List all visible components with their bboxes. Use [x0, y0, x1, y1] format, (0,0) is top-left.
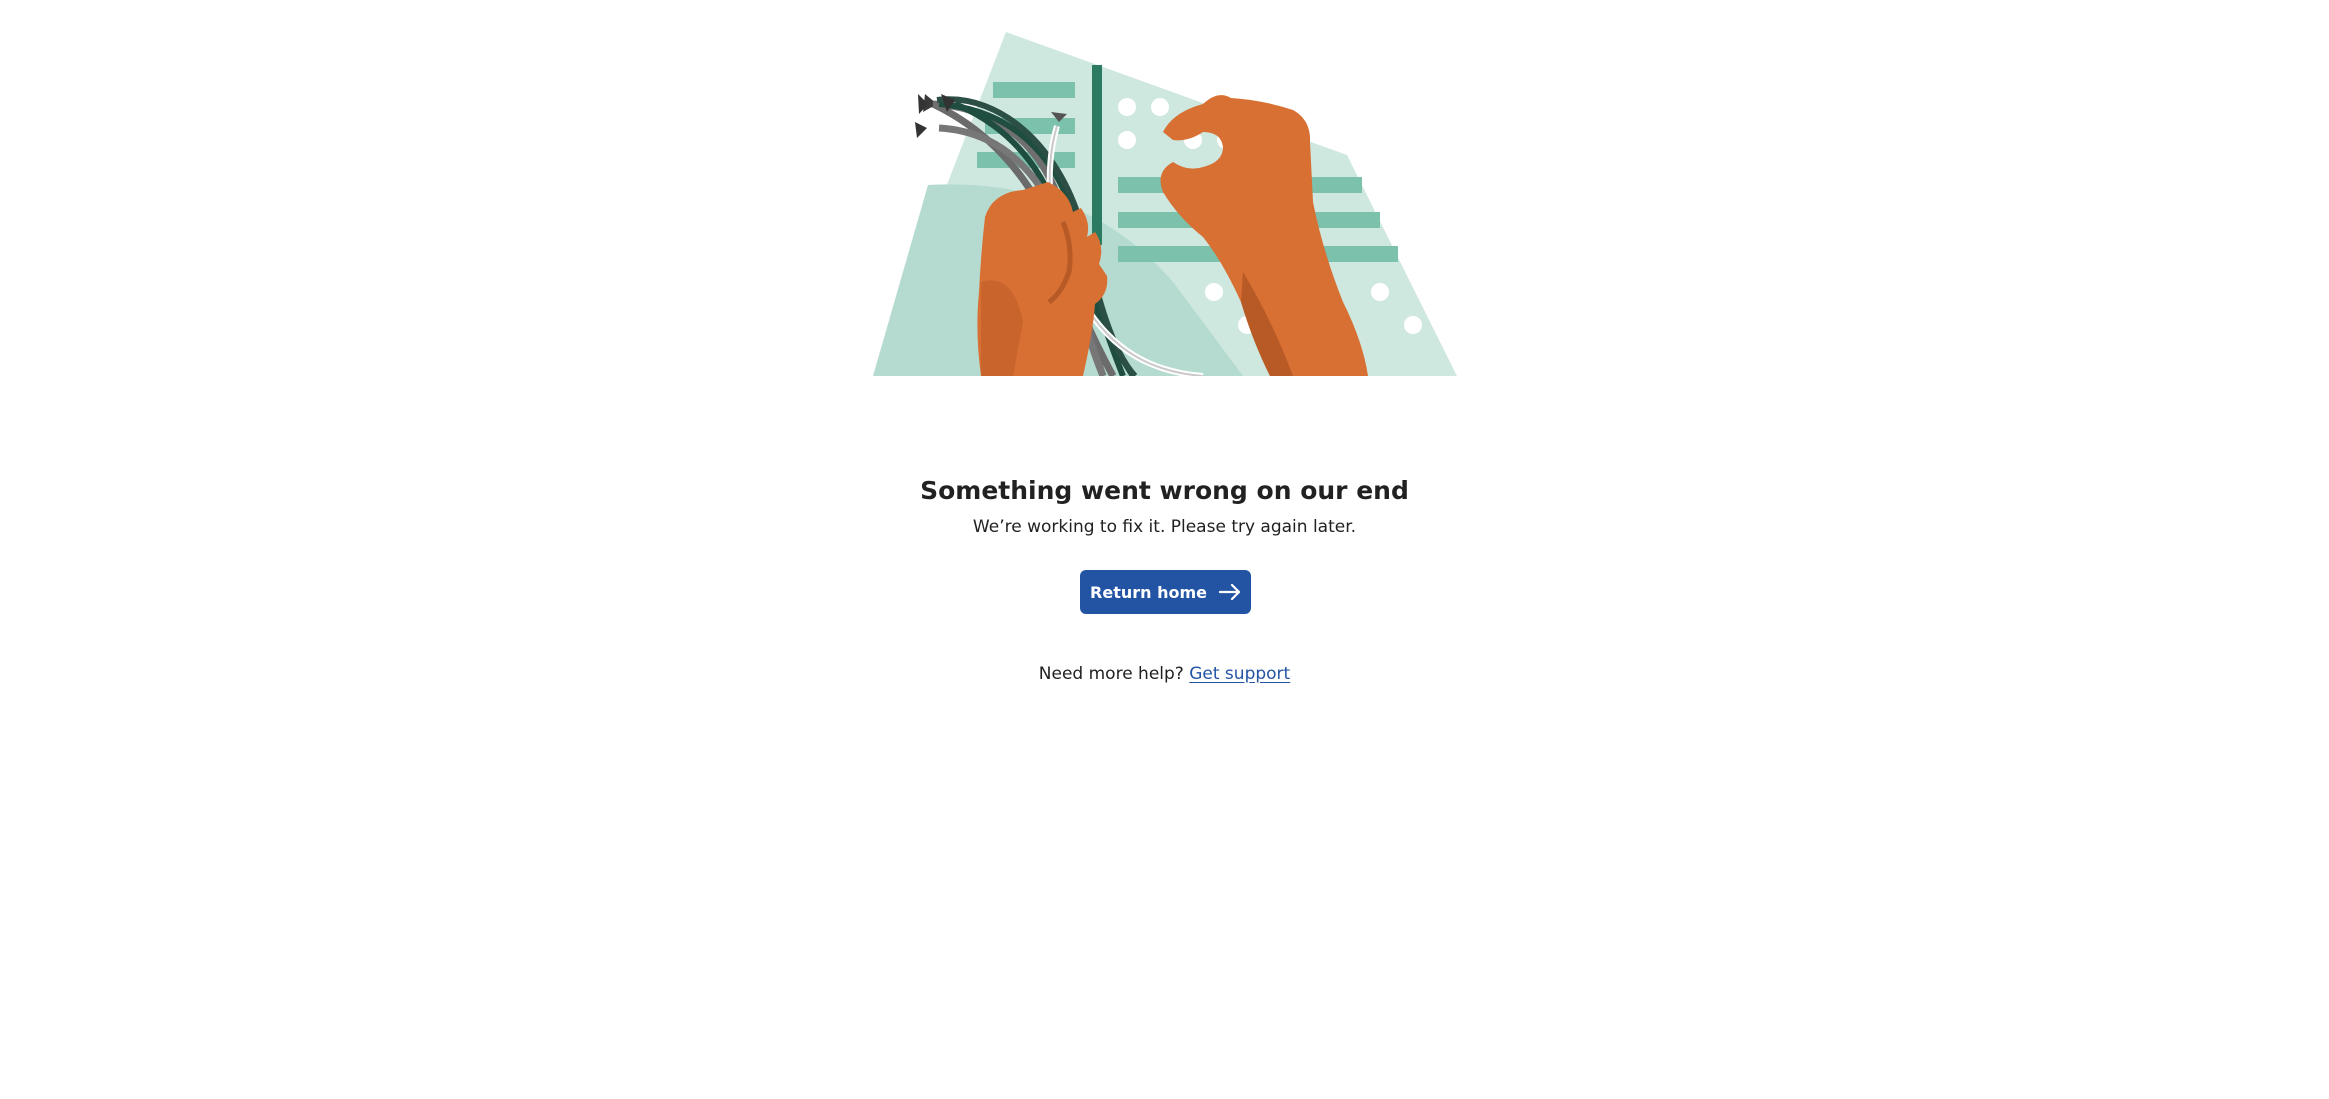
error-page: Something went wrong on our end We’re wo…	[0, 0, 2329, 1099]
get-support-link[interactable]: Get support	[1189, 664, 1290, 684]
return-home-label: Return home	[1090, 582, 1207, 602]
error-title: Something went wrong on our end	[920, 476, 1409, 505]
error-message-block: Something went wrong on our end We’re wo…	[0, 470, 2329, 542]
help-prompt: Need more help?	[1038, 664, 1184, 684]
error-illustration	[873, 32, 1457, 376]
arrow-right-icon	[1218, 584, 1241, 600]
help-line: Need more help? Get support	[0, 659, 2329, 689]
error-subtitle: We’re working to fix it. Please try agai…	[972, 517, 1357, 537]
return-home-button[interactable]: Return home	[1080, 570, 1251, 614]
